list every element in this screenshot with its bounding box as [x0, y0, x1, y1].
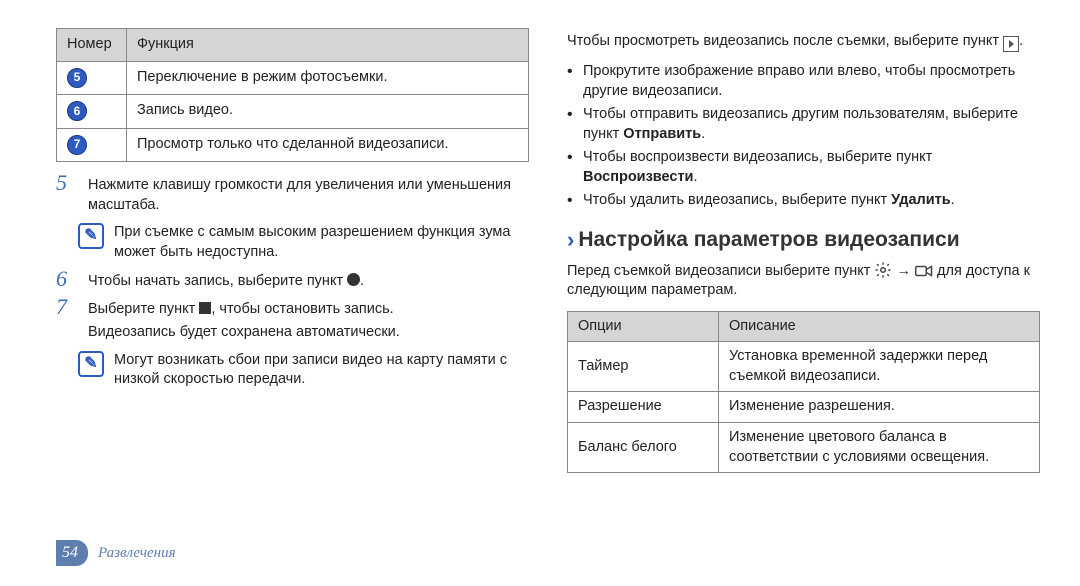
section-heading: ›Настройка параметров видеозаписи	[567, 225, 1040, 255]
record-icon	[347, 273, 360, 286]
text-fragment: .	[701, 126, 705, 142]
list-item: Чтобы воспроизвести видеозапись, выберит…	[567, 148, 1040, 187]
table-header-number: Номер	[57, 29, 127, 62]
bold-label: Отправить	[623, 126, 701, 142]
table-cell: Установка временной задержки перед съемк…	[719, 342, 1040, 392]
text-fragment: Чтобы начать запись, выберите пункт	[88, 273, 347, 289]
table-cell: Просмотр только что сделанной видеозапис…	[127, 128, 529, 161]
note-text: Могут возникать сбои при записи видео на…	[114, 351, 529, 390]
left-column: Номер Функция 5 Переключение в режим фот…	[56, 28, 529, 532]
text-fragment: .	[693, 169, 697, 185]
video-camera-icon	[915, 264, 933, 278]
note-block: ✎ При съемке с самым высоким разрешением…	[78, 223, 529, 262]
text-fragment: , чтобы остановить запись.	[211, 301, 393, 317]
page-footer: 54 Развлечения	[56, 540, 1040, 566]
text-line: Видеозапись будет сохранена автоматическ…	[88, 323, 400, 343]
text-fragment: Чтобы просмотреть видеозапись после съем…	[567, 33, 1003, 49]
table-row: Таймер Установка временной задержки пере…	[568, 342, 1040, 392]
table-cell: Баланс белого	[568, 423, 719, 473]
bold-label: Удалить	[891, 192, 951, 208]
right-column: Чтобы просмотреть видеозапись после съем…	[567, 28, 1040, 532]
step-text: Выберите пункт , чтобы остановить запись…	[88, 298, 400, 343]
number-badge: 6	[67, 101, 87, 121]
step-5: 5 Нажмите клавишу громкости для увеличен…	[56, 174, 529, 215]
note-block: ✎ Могут возникать сбои при записи видео …	[78, 351, 529, 390]
number-badge: 7	[67, 135, 87, 155]
section-title: Настройка параметров видеозаписи	[578, 228, 959, 251]
play-icon	[1003, 36, 1019, 52]
number-badge: 5	[67, 68, 87, 88]
table-header-description: Описание	[719, 311, 1040, 342]
step-number: 6	[56, 268, 78, 292]
text-fragment: Перед съемкой видеозаписи выберите пункт	[567, 263, 874, 279]
page-number: 54	[56, 540, 88, 566]
table-header-function: Функция	[127, 29, 529, 62]
table-header-option: Опции	[568, 311, 719, 342]
text-fragment: .	[360, 273, 364, 289]
section-paragraph: Перед съемкой видеозаписи выберите пункт…	[567, 261, 1040, 301]
intro-paragraph: Чтобы просмотреть видеозапись после съем…	[567, 32, 1040, 52]
note-icon: ✎	[78, 351, 104, 377]
bold-label: Воспроизвести	[583, 169, 693, 185]
table-cell: Таймер	[568, 342, 719, 392]
text-fragment: Чтобы удалить видеозапись, выберите пунк…	[583, 192, 891, 208]
options-table: Опции Описание Таймер Установка временно…	[567, 311, 1040, 473]
list-item: Прокрутите изображение вправо или влево,…	[567, 62, 1040, 101]
bullet-list: Прокрутите изображение вправо или влево,…	[567, 62, 1040, 211]
text-fragment: →	[892, 263, 915, 279]
table-row: 5 Переключение в режим фотосъемки.	[57, 61, 529, 94]
note-text: При съемке с самым высоким разрешением ф…	[114, 223, 529, 262]
list-item: Чтобы отправить видеозапись другим польз…	[567, 105, 1040, 144]
step-7: 7 Выберите пункт , чтобы остановить запи…	[56, 298, 529, 343]
step-6: 6 Чтобы начать запись, выберите пункт .	[56, 270, 529, 292]
text-fragment: .	[951, 192, 955, 208]
table-row: Разрешение Изменение разрешения.	[568, 392, 1040, 423]
table-row: 6 Запись видео.	[57, 95, 529, 128]
stop-icon	[199, 302, 211, 314]
two-columns: Номер Функция 5 Переключение в режим фот…	[56, 28, 1040, 532]
table-row: Баланс белого Изменение цветового баланс…	[568, 423, 1040, 473]
page-root: Номер Функция 5 Переключение в режим фот…	[0, 0, 1080, 586]
table-cell: Запись видео.	[127, 95, 529, 128]
text-fragment: Выберите пункт	[88, 301, 199, 317]
text-fragment: Прокрутите изображение вправо или влево,…	[583, 63, 1015, 99]
table-cell: Разрешение	[568, 392, 719, 423]
text-fragment: Чтобы воспроизвести видеозапись, выберит…	[583, 149, 932, 165]
step-text: Чтобы начать запись, выберите пункт .	[88, 270, 364, 292]
chevron-right-icon: ›	[567, 227, 574, 252]
number-function-table: Номер Функция 5 Переключение в режим фот…	[56, 28, 529, 162]
table-cell: Изменение разрешения.	[719, 392, 1040, 423]
list-item: Чтобы удалить видеозапись, выберите пунк…	[567, 191, 1040, 211]
text-fragment: .	[1019, 33, 1023, 49]
step-text: Нажмите клавишу громкости для увеличения…	[88, 174, 529, 215]
table-row: 7 Просмотр только что сделанной видеозап…	[57, 128, 529, 161]
gear-icon	[874, 261, 892, 279]
table-cell: Изменение цветового баланса в соответств…	[719, 423, 1040, 473]
footer-section-name: Развлечения	[98, 543, 176, 563]
table-cell: Переключение в режим фотосъемки.	[127, 61, 529, 94]
step-number: 7	[56, 296, 78, 343]
note-icon: ✎	[78, 223, 104, 249]
step-number: 5	[56, 172, 78, 215]
